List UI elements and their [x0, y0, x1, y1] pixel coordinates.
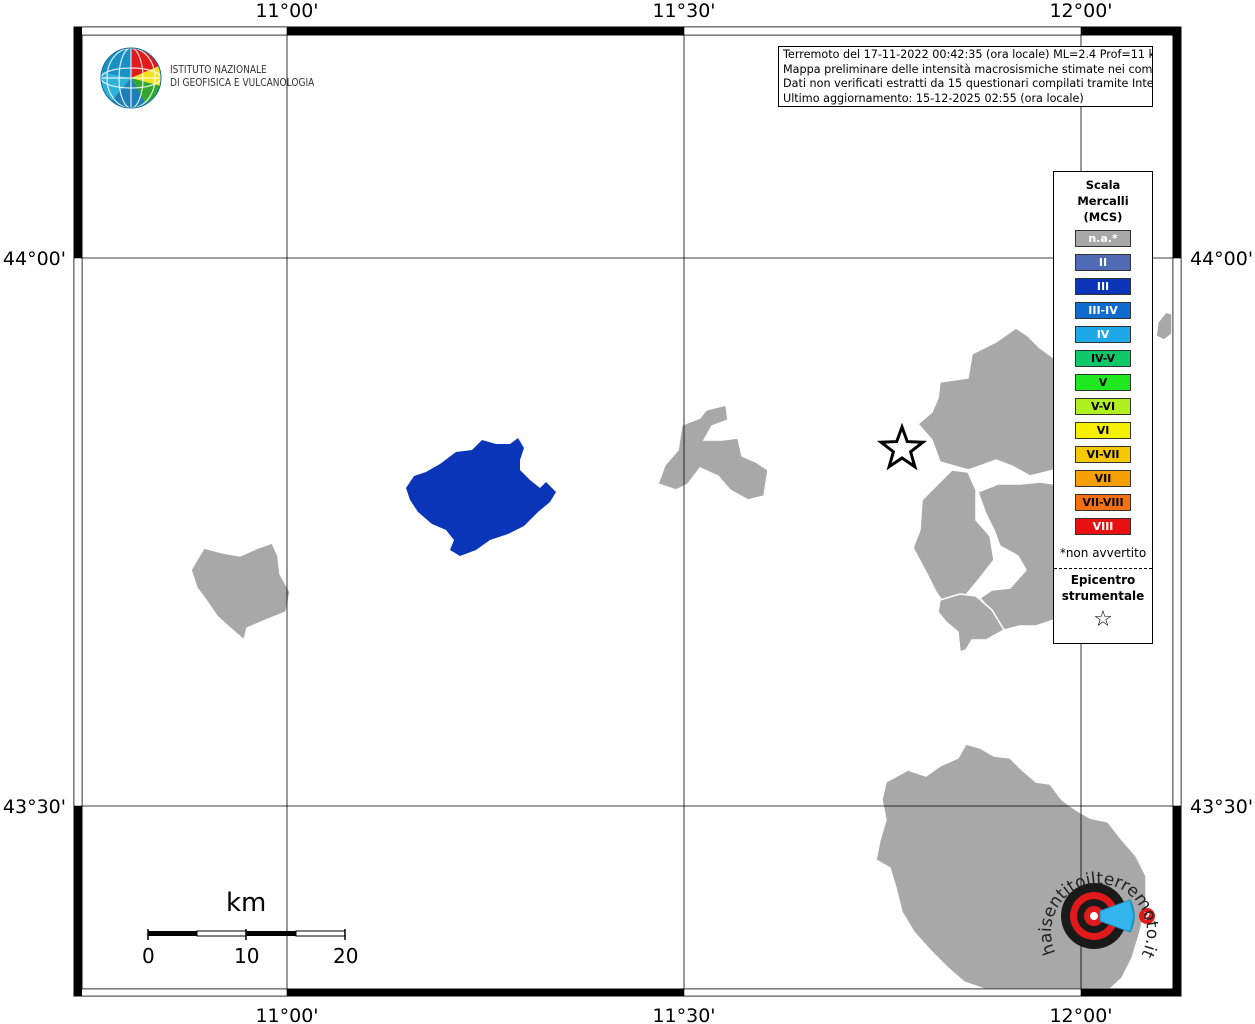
legend-star-icon: ☆: [1093, 607, 1113, 632]
legend-item: n.a.*: [1075, 230, 1131, 247]
x-label-top: 11°00': [255, 0, 318, 22]
event-info-line-1: Terremoto del 17-11-2022 00:42:35 (ora l…: [783, 48, 1153, 61]
ingv-name: ISTITUTO NAZIONALE DI GEOFISICA E VULCAN…: [170, 64, 314, 90]
x-label-bottom: 11°30': [652, 1005, 715, 1024]
ingv-globe-icon: [100, 47, 162, 109]
y-label-right: 43°30': [1190, 796, 1253, 818]
legend-note: *non avvertito: [1059, 546, 1147, 560]
legend-item: III-IV: [1075, 302, 1131, 319]
y-label-left: 43°30': [3, 796, 66, 818]
event-info-box: Terremoto del 17-11-2022 00:42:35 (ora l…: [778, 46, 1153, 107]
y-label-left: 44°00': [3, 248, 66, 270]
event-info-line-2: Mappa preliminare delle intensità macros…: [783, 62, 1153, 76]
ingv-name-line-2: DI GEOFISICA E VULCANOLOGIA: [170, 77, 315, 89]
intensity-legend: Scala Mercalli (MCS) n.a.* II III III-IV IV I…: [1053, 171, 1153, 644]
legend-item: VI-VII: [1075, 446, 1131, 463]
scale-tick-label: 0: [142, 944, 155, 968]
legend-item: IV-V: [1075, 350, 1131, 367]
scale-tick-label: 10: [234, 944, 260, 968]
x-label-bottom: 12°00': [1049, 1005, 1112, 1024]
legend-item: VIII: [1075, 518, 1131, 535]
legend-title-line-2: Mercalli: [1077, 194, 1129, 208]
legend-item: VII-VIII: [1075, 494, 1131, 511]
legend-item: III: [1075, 278, 1131, 295]
legend-separator: [1054, 568, 1152, 569]
x-label-top: 12°00': [1049, 0, 1112, 22]
legend-item: IV: [1075, 326, 1131, 343]
legend-epicenter-label: Epicentro strumentale: [1054, 572, 1152, 604]
legend-title: Scala Mercalli (MCS): [1054, 177, 1152, 225]
legend-item: V: [1075, 374, 1131, 391]
scale-tick-label: 20: [333, 944, 359, 968]
legend-title-line-1: Scala: [1085, 178, 1121, 192]
x-label-bottom: 11°00': [255, 1005, 318, 1024]
y-label-right: 44°00': [1190, 248, 1253, 270]
legend-item: V-VI: [1075, 398, 1131, 415]
legend-title-line-3: (MCS): [1083, 210, 1123, 224]
legend-item: VII: [1075, 470, 1131, 487]
legend-item: VI: [1075, 422, 1131, 439]
legend-item: II: [1075, 254, 1131, 271]
legend-epicenter-line-2: strumentale: [1061, 589, 1145, 603]
event-info-line-4: Ultimo aggiornamento: 15-12-2025 02:55 (…: [783, 91, 1084, 105]
event-info-line-3: Dati non verificati estratti da 15 quest…: [783, 77, 1153, 90]
ingv-name-line-1: ISTITUTO NAZIONALE: [170, 64, 267, 76]
scale-unit: km: [226, 888, 267, 918]
legend-epicenter-line-1: Epicentro: [1070, 573, 1136, 587]
x-label-top: 11°30': [652, 0, 715, 22]
